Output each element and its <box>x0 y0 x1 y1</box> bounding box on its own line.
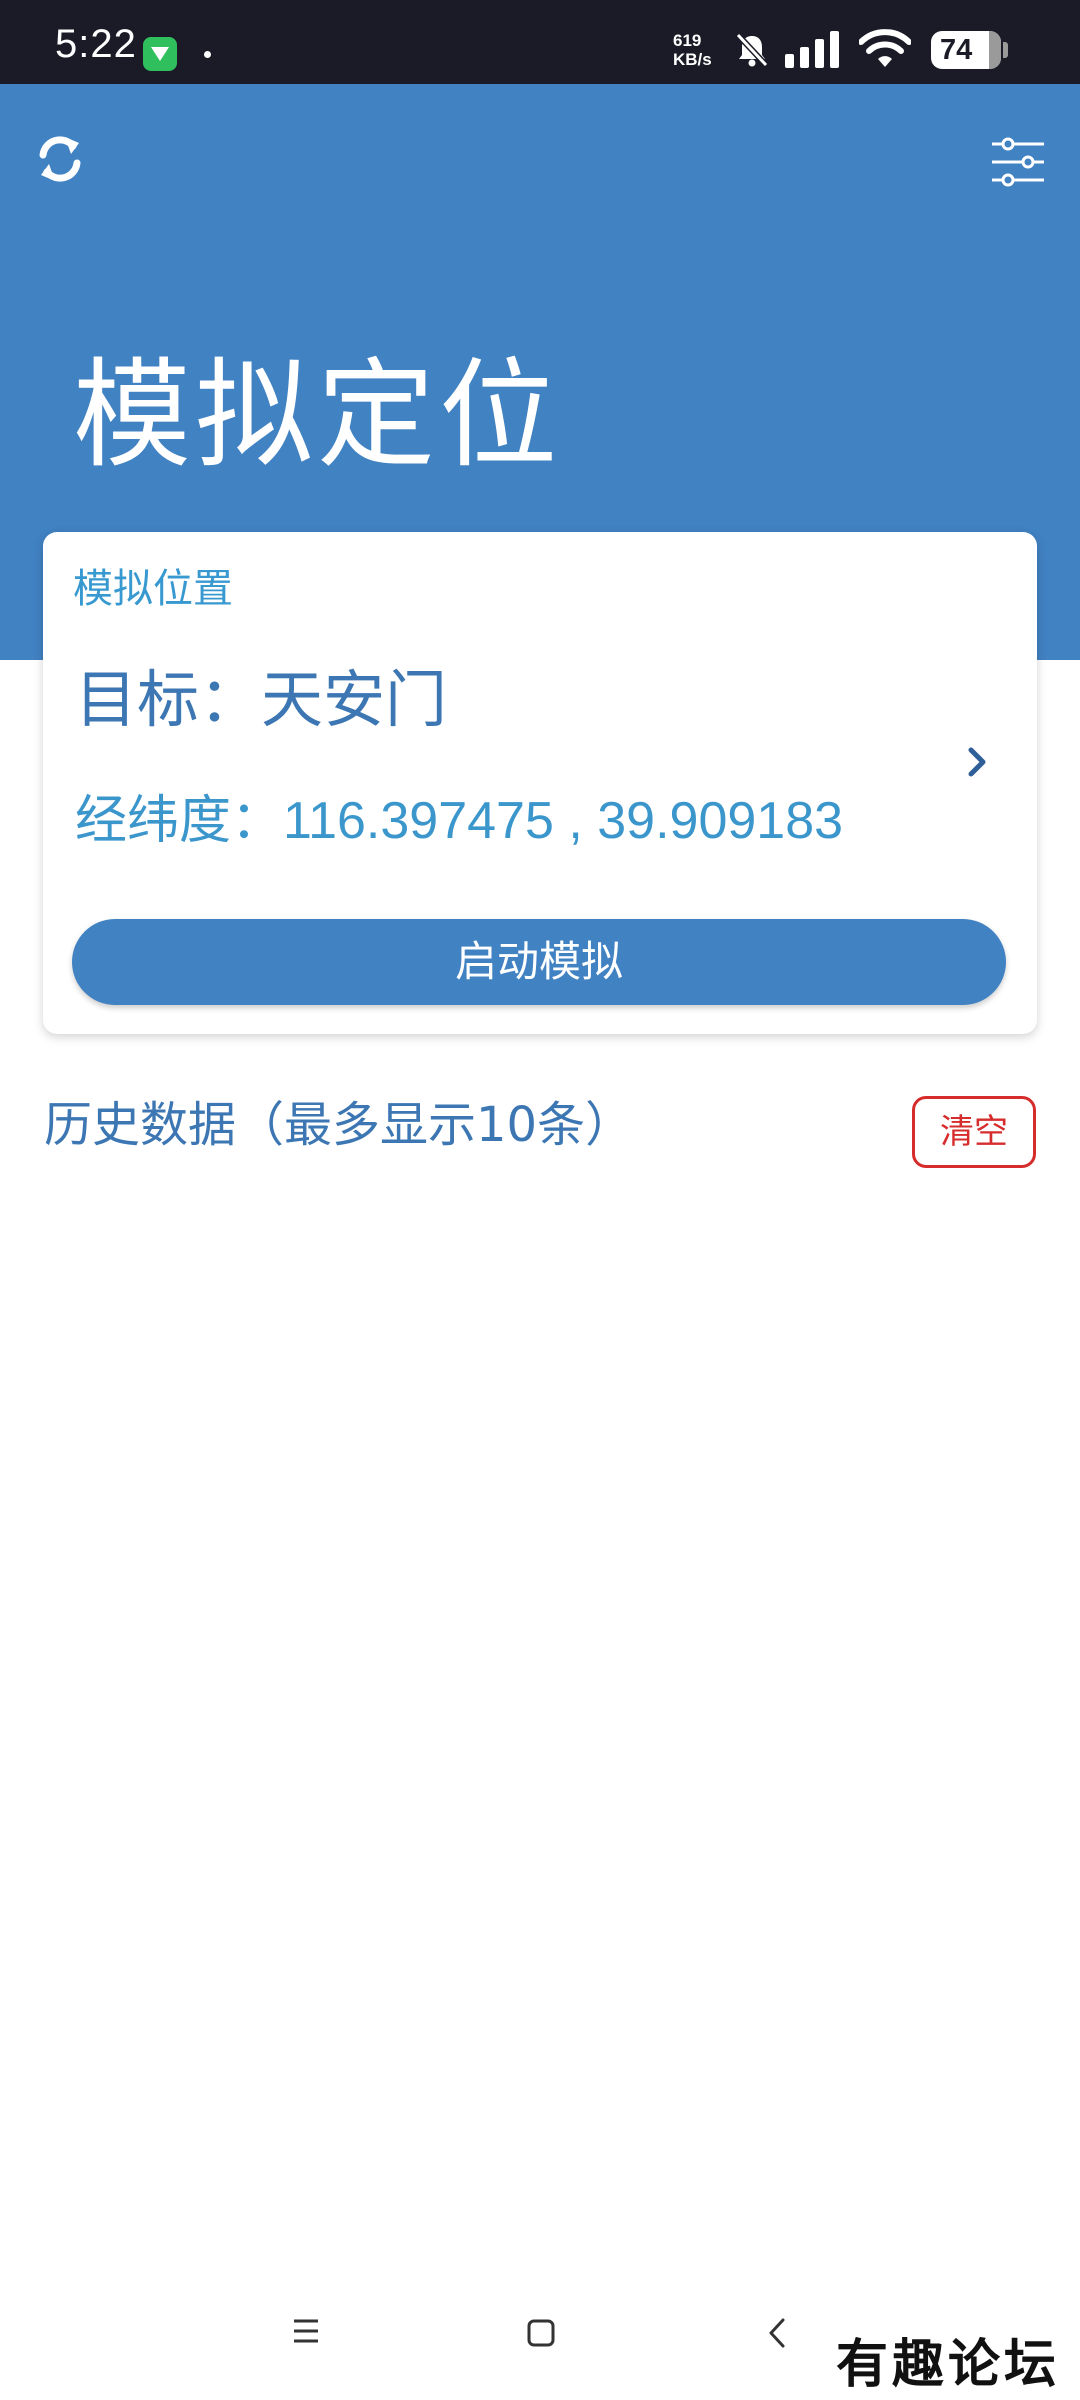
notification-dot <box>204 51 211 58</box>
sliders-icon <box>992 137 1044 187</box>
network-speed-unit: KB/s <box>673 50 712 69</box>
target-value: 天安门 <box>261 663 448 736</box>
history-title: 历史数据（最多显示10条） <box>44 1097 634 1153</box>
menu-icon[interactable] <box>290 2316 322 2346</box>
chevron-right-icon[interactable] <box>957 740 997 784</box>
wifi-icon <box>859 29 911 67</box>
app-notification-icon <box>143 37 177 71</box>
coordinates-row: 经纬度：116.397475 , 39.909183 <box>75 788 843 854</box>
watermark: 有趣论坛 <box>836 2334 1061 2395</box>
target-row: 目标：天安门 <box>75 660 447 740</box>
battery-icon: 74 <box>931 31 1001 69</box>
status-time: 5:22 <box>55 22 137 66</box>
battery-level: 74 <box>940 34 973 66</box>
signal-icon <box>785 31 839 68</box>
refresh-icon <box>39 136 81 182</box>
start-simulation-button[interactable]: 启动模拟 <box>72 919 1006 1005</box>
network-speed: 619 KB/s <box>673 31 729 69</box>
latitude-value: 39.909183 <box>597 792 844 850</box>
target-label: 目标： <box>75 663 262 736</box>
filter-settings-button[interactable] <box>986 130 1050 194</box>
page-title: 模拟定位 <box>73 346 562 484</box>
bell-muted-icon <box>735 32 769 68</box>
battery-tip <box>1003 42 1008 58</box>
network-speed-value: 619 <box>673 31 702 50</box>
home-icon[interactable] <box>526 2318 556 2348</box>
clear-history-button[interactable]: 清空 <box>912 1096 1036 1168</box>
back-icon[interactable] <box>766 2316 788 2350</box>
refresh-button[interactable] <box>28 127 92 191</box>
coordinates-label: 经纬度： <box>75 791 284 851</box>
status-bar: 5:22 619 KB/s 74 <box>0 0 1080 84</box>
coord-separator: , <box>553 792 598 850</box>
card-title: 模拟位置 <box>73 566 233 612</box>
longitude-value: 116.397475 <box>283 792 554 850</box>
location-card[interactable]: 模拟位置 目标：天安门 经纬度：116.397475 , 39.909183 启… <box>43 532 1037 1034</box>
